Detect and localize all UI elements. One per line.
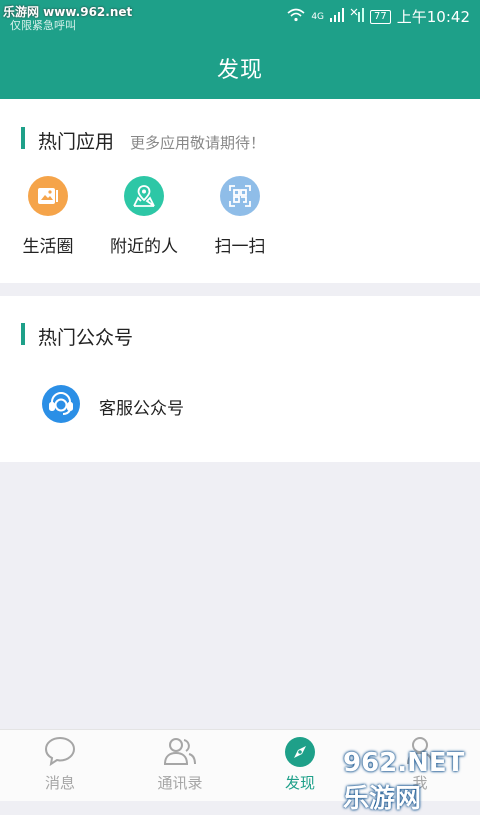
compass-icon [285,737,315,767]
network-type: 4G [311,11,325,22]
watermark-bottom: 962.NET 乐游网 [343,748,465,814]
contacts-icon [163,738,196,765]
emergency-call-text: 仅限紧急呼叫 [10,19,76,32]
app-life-circle[interactable]: 生活圈 [8,176,88,257]
section-accent-bar [21,323,25,345]
tab-label: 通讯录 [157,774,203,792]
app-nearby-people[interactable]: 附近的人 [104,176,184,257]
clock: 上午10:42 [396,8,470,26]
customer-service-icon[interactable] [42,385,80,423]
signal-icon [330,7,345,26]
status-icons: 4G 77 上午10:42 [287,6,470,27]
tab-discover[interactable]: 发现 [260,736,340,793]
hot-apps-subtitle: 更多应用敬请期待！ [130,134,266,152]
app-label: 附近的人 [110,237,178,257]
app-label: 生活圈 [22,237,74,257]
hot-apps-title: 热门应用 [38,131,115,153]
tab-contacts[interactable]: 通讯录 [140,736,220,793]
album-icon [28,176,68,216]
public-accounts-section [0,296,480,462]
page-title: 发现 [216,58,263,83]
signal-empty-icon [350,7,365,26]
app-label: 扫一扫 [214,237,266,257]
app-scan[interactable]: 扫一扫 [200,176,280,257]
section-accent-bar [21,127,25,149]
status-bar: 乐游网 www.962.net 仅限紧急呼叫 4G 77 上午10:42 [0,0,480,34]
app-header: 乐游网 www.962.net 仅限紧急呼叫 4G 77 上午10:42 发现 [0,0,480,99]
battery-indicator: 77 [370,9,391,24]
location-map-icon [124,176,164,216]
public-account-item[interactable]: 客服公众号 [99,394,184,419]
tab-label: 消息 [44,774,75,792]
wifi-icon [287,8,305,26]
chat-bubble-icon [44,736,76,767]
public-accounts-title: 热门公众号 [38,327,134,349]
tab-label: 发现 [284,774,315,792]
scan-icon [220,176,260,216]
tab-messages[interactable]: 消息 [20,736,100,793]
